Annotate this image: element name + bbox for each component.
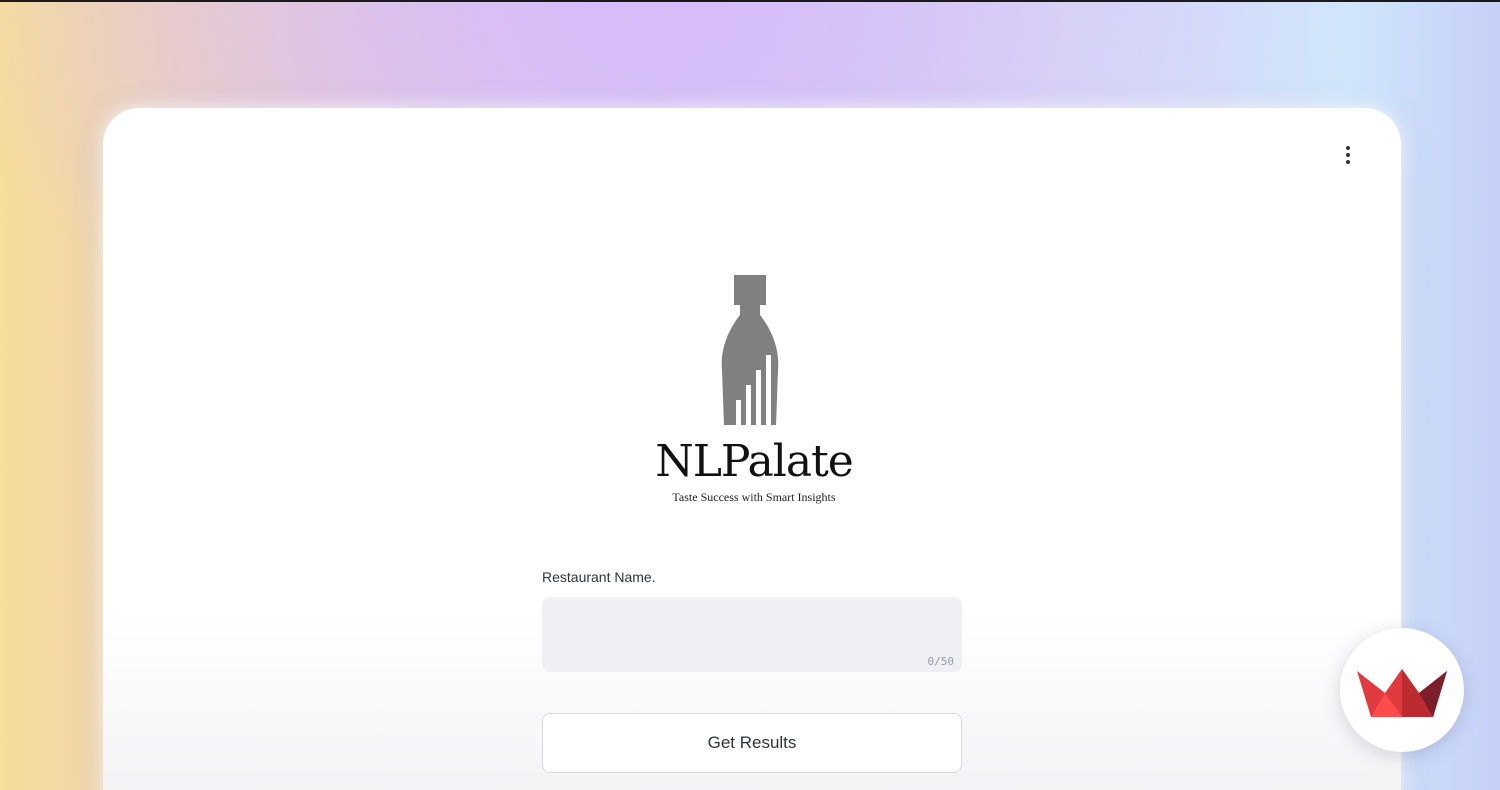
restaurant-name-field: 0/50 [542, 597, 962, 672]
top-border [0, 0, 1500, 2]
streamlit-crown-icon [1357, 669, 1447, 717]
restaurant-name-label: Restaurant Name. [542, 569, 656, 585]
streamlit-badge[interactable] [1340, 628, 1464, 752]
bottle-fork-chart-icon [721, 275, 779, 430]
main-menu-button[interactable] [1335, 140, 1361, 170]
brand-name: NLPalate [655, 436, 854, 487]
char-counter: 0/50 [927, 655, 955, 668]
brand-logo: NLPalate Taste Success with Smart Insigh… [600, 270, 900, 520]
restaurant-name-input[interactable] [542, 597, 962, 672]
get-results-button[interactable]: Get Results [542, 713, 962, 773]
kebab-menu-icon [1346, 146, 1350, 150]
brand-tagline: Taste Success with Smart Insights [672, 490, 836, 504]
